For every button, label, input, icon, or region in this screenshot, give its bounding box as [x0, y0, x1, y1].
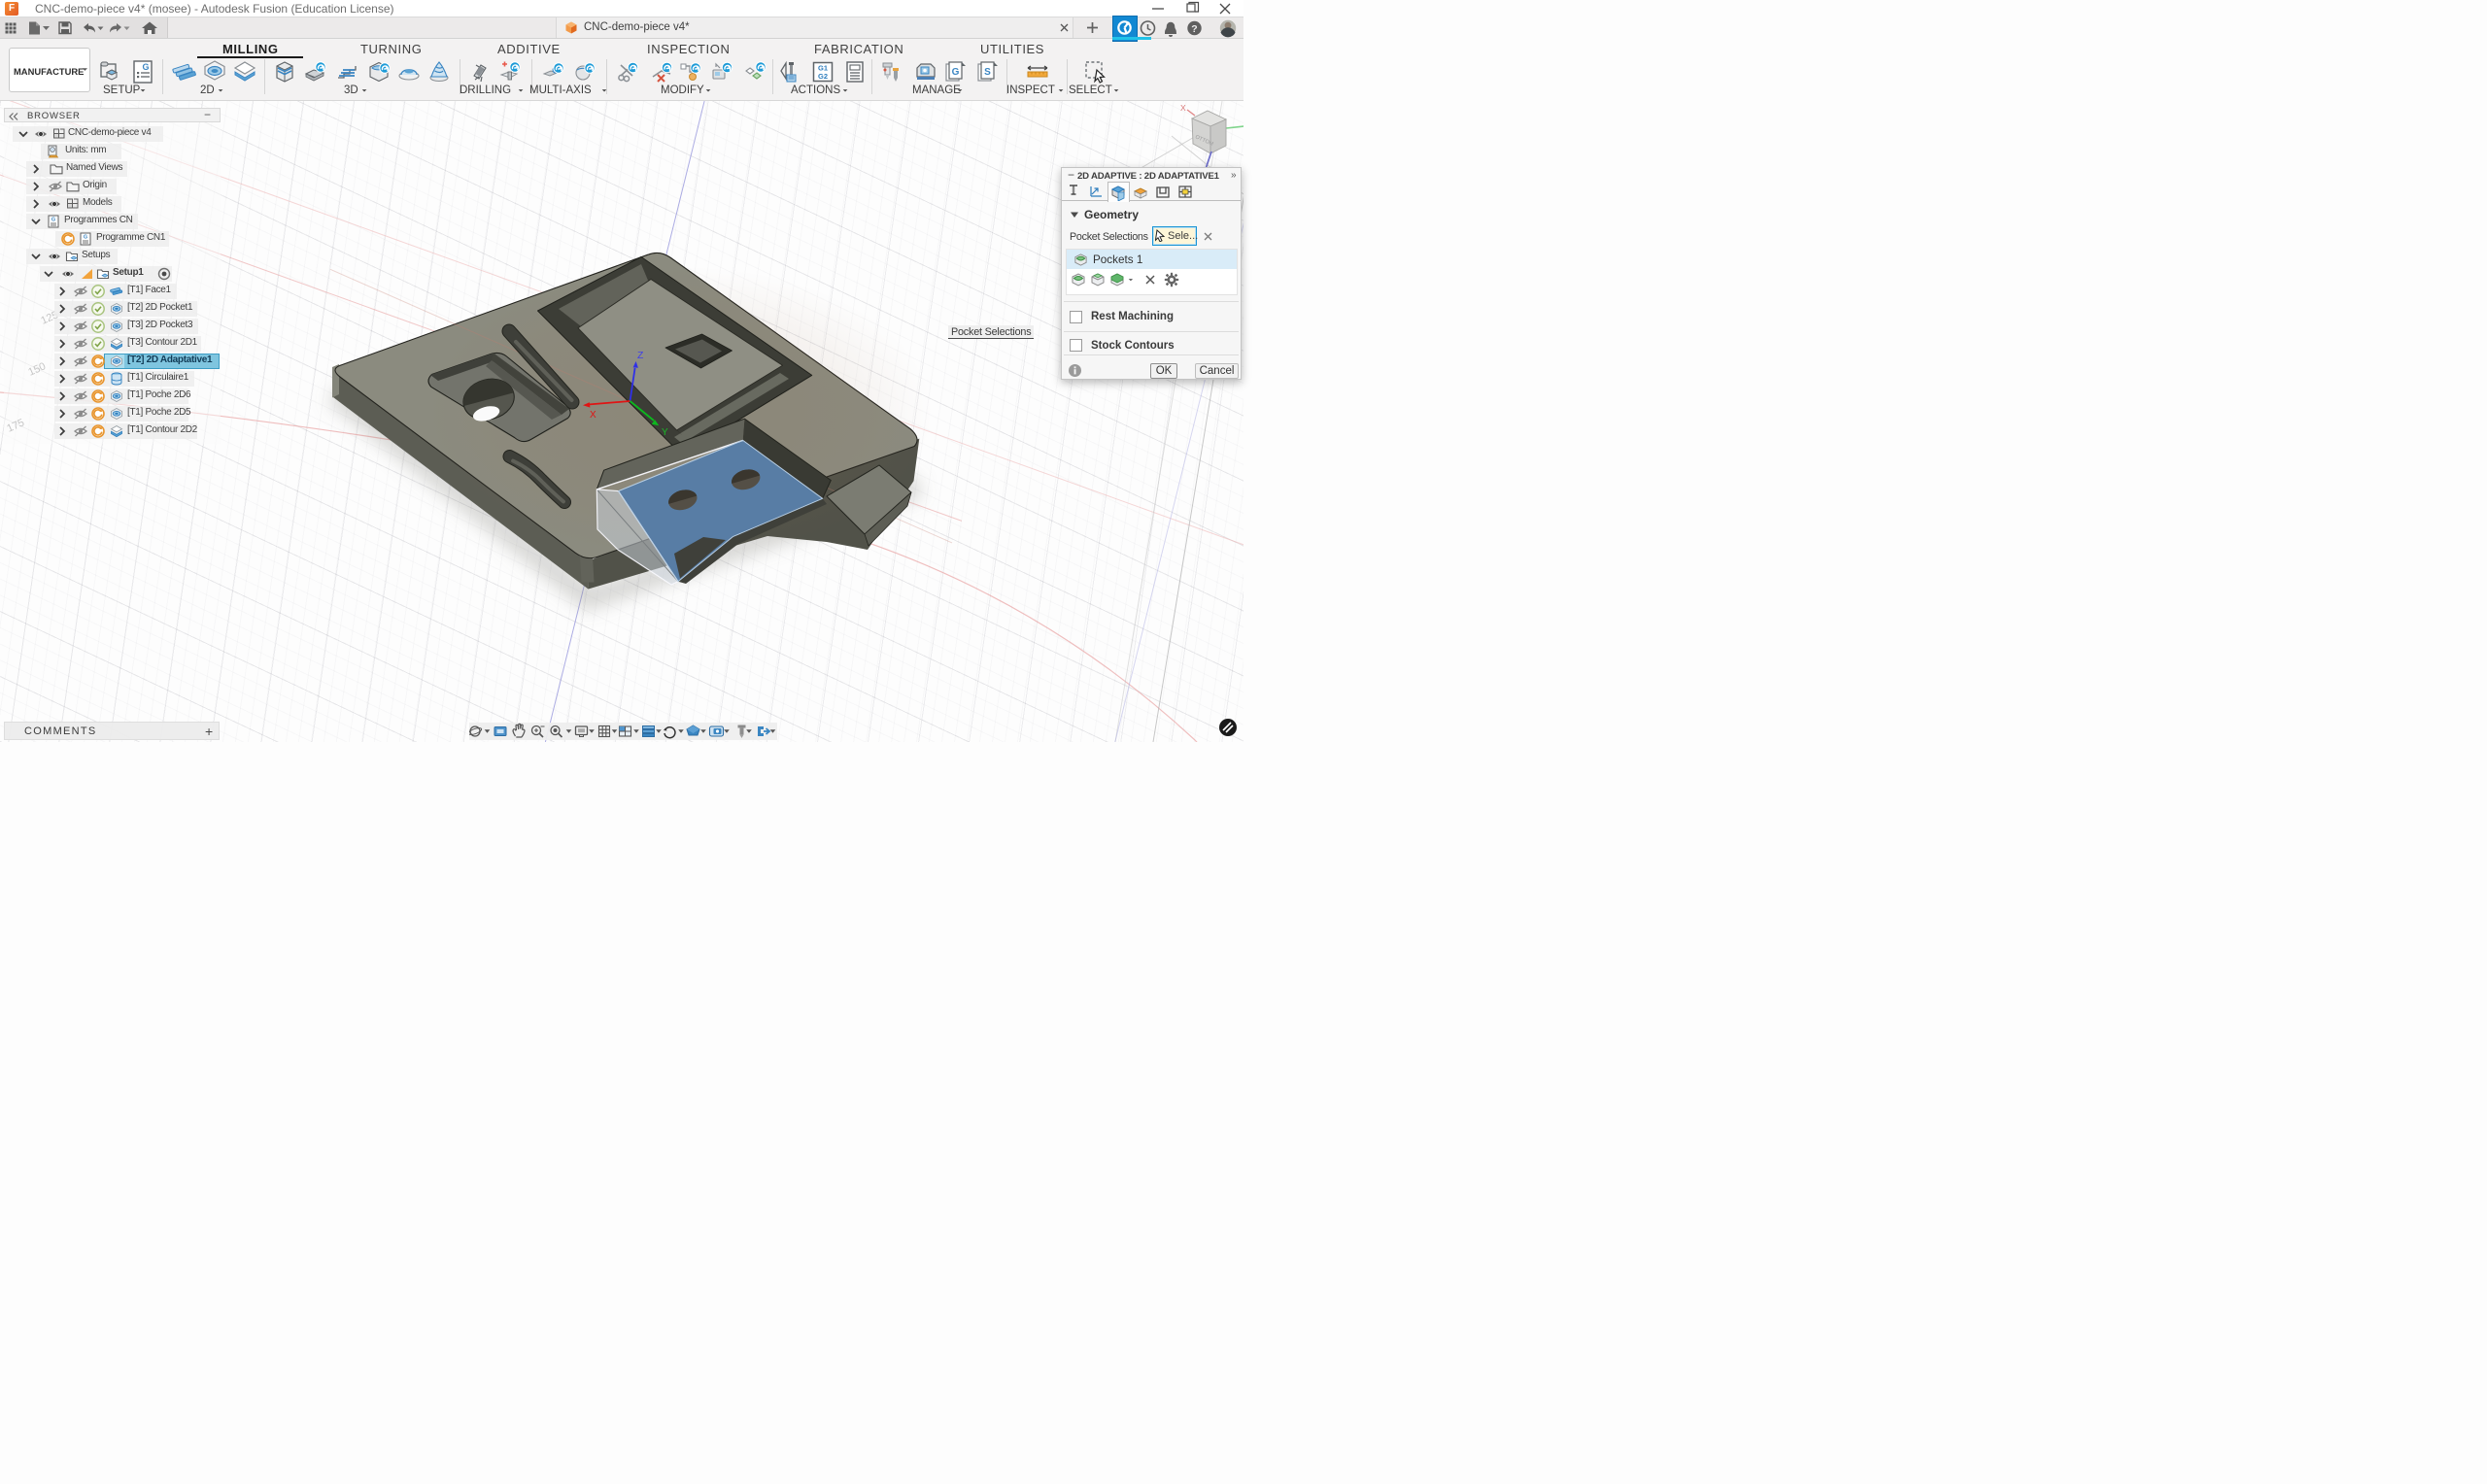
svg-text:?: ? [1191, 23, 1197, 35]
svg-text:X: X [1180, 103, 1186, 113]
svg-text:G: G [84, 234, 87, 240]
svg-text:G: G [142, 62, 149, 72]
svg-text:Z: Z [637, 350, 644, 361]
svg-text:G: G [952, 67, 960, 78]
svg-text:G2: G2 [817, 72, 827, 81]
svg-text:G: G [51, 217, 55, 222]
svg-text:S: S [984, 67, 991, 78]
svg-text:Y: Y [662, 427, 668, 438]
svg-text:X: X [590, 410, 596, 421]
